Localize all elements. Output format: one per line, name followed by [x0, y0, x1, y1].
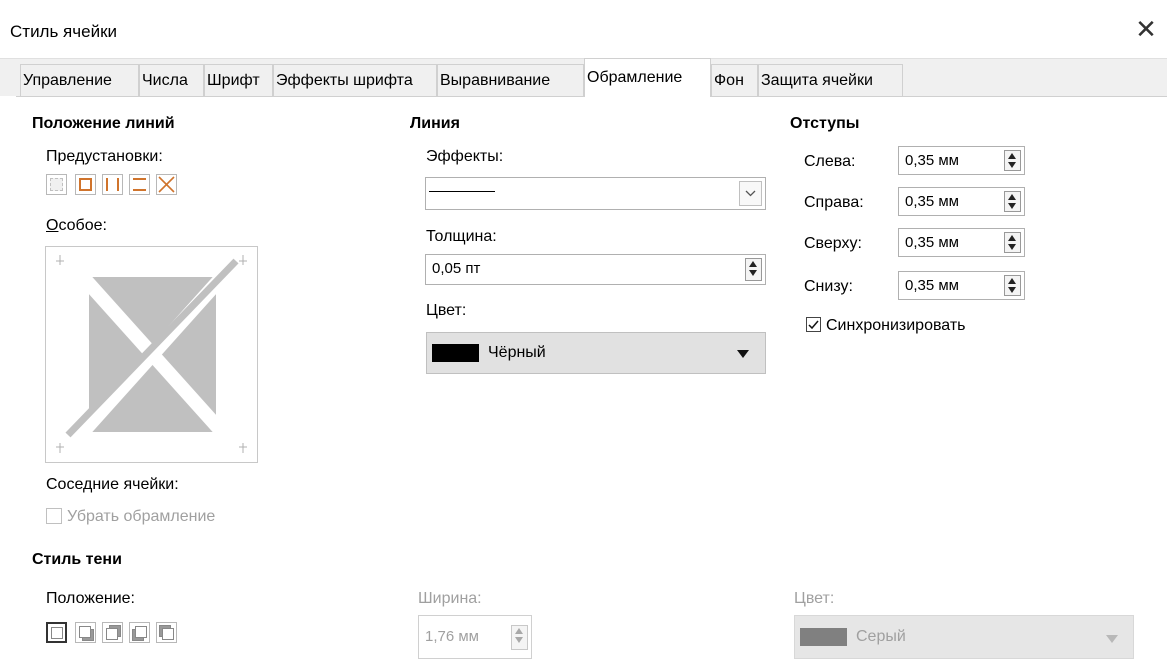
tab-font[interactable]: Шрифт [204, 64, 273, 96]
sync-checkbox[interactable] [806, 317, 821, 332]
window-title: Стиль ячейки [10, 22, 118, 41]
custom-label-mnemonic: О [46, 217, 59, 234]
padding-top-stepper[interactable]: 0,35 мм [898, 228, 1025, 257]
chevron-down-icon[interactable] [739, 181, 762, 206]
shadow-heading: Стиль тени [32, 551, 122, 568]
preset-top-bottom-icon[interactable] [129, 174, 150, 195]
preset-box-icon[interactable] [75, 174, 96, 195]
padding-right-stepper[interactable]: 0,35 мм [898, 187, 1025, 216]
line-color-dropdown[interactable]: Чёрный [426, 332, 766, 374]
shadow-width-value: 1,76 мм [425, 628, 479, 645]
shadow-top-left-icon[interactable] [156, 622, 177, 643]
tab-font-effects[interactable]: Эффекты шрифта [273, 64, 437, 96]
padding-left-stepper[interactable]: 0,35 мм [898, 146, 1025, 175]
tab-cell-protection[interactable]: Защита ячейки [758, 64, 903, 96]
padding-top-spin-icon[interactable] [1004, 232, 1021, 253]
preset-diagonals-icon[interactable] [156, 174, 177, 195]
effects-label: Эффекты: [426, 148, 504, 165]
shadow-color-label: Цвет: [794, 590, 835, 607]
preset-left-right-icon[interactable] [102, 174, 123, 195]
shadow-none-icon[interactable] [46, 622, 67, 643]
shadow-width-spin-icon[interactable] [511, 625, 528, 650]
padding-bottom-label: Снизу: [804, 278, 853, 295]
shadow-color-swatch [800, 628, 847, 646]
shadow-top-right-icon[interactable] [102, 622, 123, 643]
line-color-swatch [432, 344, 479, 362]
tab-background[interactable]: Фон [711, 64, 758, 96]
shadow-position-label: Положение: [46, 590, 135, 607]
tab-alignment[interactable]: Выравнивание [437, 64, 584, 96]
padding-left-spin-icon[interactable] [1004, 150, 1021, 171]
padding-bottom-value: 0,35 мм [905, 277, 959, 294]
thickness-value: 0,05 пт [432, 260, 481, 277]
padding-right-value: 0,35 мм [905, 193, 959, 210]
shadow-bottom-left-icon[interactable] [129, 622, 150, 643]
sync-label: Синхронизировать [826, 317, 966, 334]
line-style-preview [429, 191, 495, 192]
custom-label-text: собое: [58, 217, 107, 234]
tab-borders[interactable]: Обрамление [584, 58, 711, 97]
thickness-label: Толщина: [426, 228, 497, 245]
triangle-down-icon[interactable] [737, 350, 749, 358]
shadow-color-value: Серый [856, 628, 906, 645]
padding-right-spin-icon[interactable] [1004, 191, 1021, 212]
title-bar [0, 0, 1167, 59]
line-heading: Линия [410, 115, 460, 132]
padding-bottom-stepper[interactable]: 0,35 мм [898, 271, 1025, 300]
remove-border-checkbox[interactable] [46, 508, 62, 524]
tab-management[interactable]: Управление [20, 64, 139, 96]
preset-none-icon[interactable] [46, 174, 67, 195]
shadow-bottom-right-icon[interactable] [75, 622, 96, 643]
padding-heading: Отступы [790, 115, 860, 132]
shadow-color-dropdown[interactable]: Серый [794, 615, 1134, 659]
line-style-select[interactable] [425, 177, 766, 210]
remove-border-label: Убрать обрамление [67, 508, 216, 525]
triangle-down-icon[interactable] [1106, 635, 1118, 643]
padding-top-value: 0,35 мм [905, 234, 959, 251]
padding-top-label: Сверху: [804, 235, 862, 252]
presets-label: Предустановки: [46, 148, 163, 165]
shadow-width-stepper[interactable]: 1,76 мм [418, 615, 532, 659]
lines-position-heading: Положение линий [32, 115, 175, 132]
line-color-value: Чёрный [488, 344, 546, 361]
shadow-width-label: Ширина: [418, 590, 482, 607]
padding-left-label: Слева: [804, 153, 856, 170]
padding-bottom-spin-icon[interactable] [1004, 275, 1021, 296]
adjacent-cells-label: Соседние ячейки: [46, 476, 179, 493]
custom-border-editor[interactable] [45, 246, 258, 463]
line-color-label: Цвет: [426, 302, 467, 319]
thickness-spin-icon[interactable] [745, 258, 762, 281]
thickness-stepper[interactable]: 0,05 пт [425, 254, 766, 285]
close-icon[interactable]: ✕ [1131, 14, 1161, 44]
padding-right-label: Справа: [804, 194, 864, 211]
padding-left-value: 0,35 мм [905, 152, 959, 169]
tab-numbers[interactable]: Числа [139, 64, 204, 96]
custom-label: Особое: [46, 217, 107, 235]
